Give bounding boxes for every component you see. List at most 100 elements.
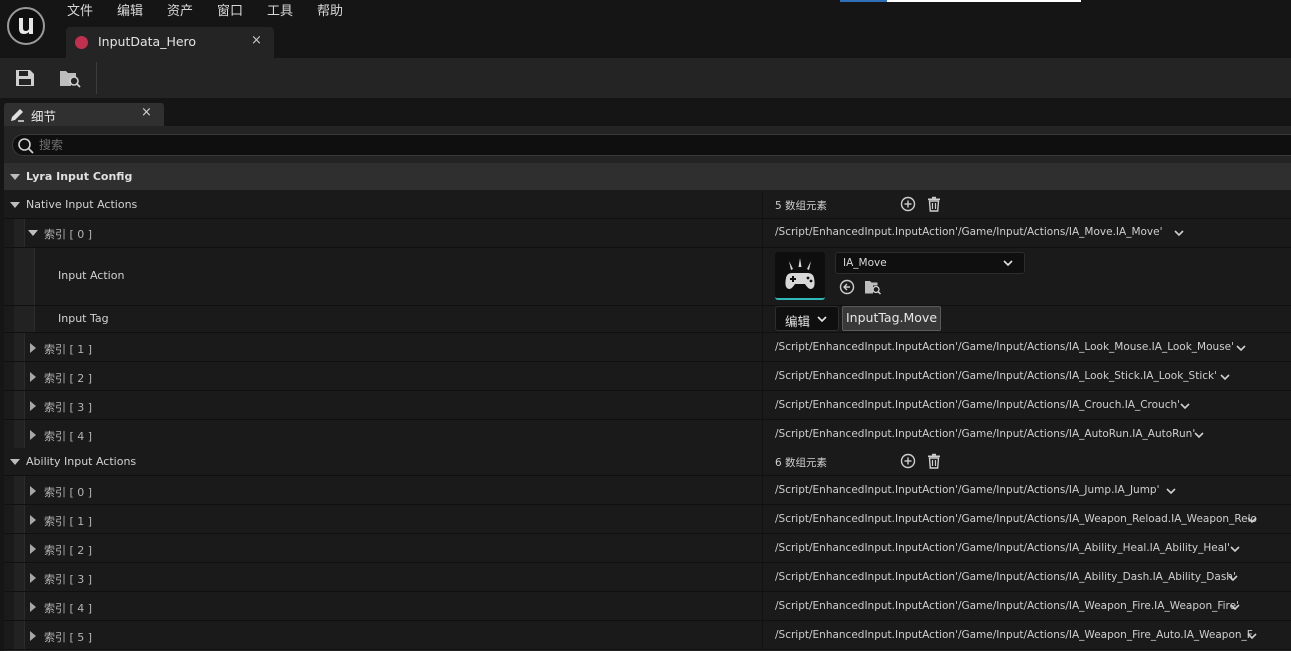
chevron-down-icon[interactable] xyxy=(1246,514,1258,529)
chevron-down-icon[interactable] xyxy=(10,174,20,180)
chevron-right-icon[interactable] xyxy=(30,514,36,525)
category-lyra-input-config[interactable]: Lyra Input Config xyxy=(4,163,1291,191)
indent-guide xyxy=(14,219,25,247)
ability-index-2-row[interactable]: 索引 [ 2 ] /Script/EnhancedInput.InputActio… xyxy=(4,534,1291,563)
menu-window[interactable]: 窗口 xyxy=(217,2,243,22)
toolbar-divider xyxy=(96,62,97,94)
chevron-down-icon[interactable] xyxy=(1229,543,1241,558)
search-input[interactable] xyxy=(39,136,1239,154)
menu-file[interactable]: 文件 xyxy=(67,2,93,22)
ability-index-0-row[interactable]: 索引 [ 0 ] /Script/EnhancedInput.InputActio… xyxy=(4,476,1291,505)
index-value-cell: /Script/EnhancedInput.InputAction'/Game/… xyxy=(762,391,1291,419)
browse-icon[interactable] xyxy=(864,279,882,298)
chevron-down-icon[interactable] xyxy=(1173,227,1185,242)
ability-index-1-row[interactable]: 索引 [ 1 ] /Script/EnhancedInput.InputActio… xyxy=(4,505,1291,534)
details-tab[interactable]: 细节 × xyxy=(4,103,164,126)
chevron-down-icon[interactable] xyxy=(1193,429,1205,444)
index-label: 索引 [ 4 ] xyxy=(44,429,93,443)
search-icon xyxy=(17,137,35,158)
index-value-cell: /Script/EnhancedInput.InputAction'/Game/… xyxy=(762,476,1291,504)
index-value-cell: /Script/EnhancedInput.InputAction'/Game/… xyxy=(762,534,1291,562)
array-count: 5 数组元素 xyxy=(775,200,828,212)
ability-index-3-row[interactable]: 索引 [ 3 ] /Script/EnhancedInput.InputActio… xyxy=(4,563,1291,592)
chevron-down-icon[interactable] xyxy=(1219,371,1231,386)
ability-input-actions-row[interactable]: Ability Input Actions 6 数组元素 xyxy=(4,448,1291,476)
chevron-down-icon[interactable] xyxy=(1229,601,1241,616)
native-index-3-row[interactable]: 索引 [ 3 ] /Script/EnhancedInput.InputActio… xyxy=(4,391,1291,420)
close-icon[interactable]: × xyxy=(141,105,152,120)
ability-index-5-row[interactable]: 索引 [ 5 ] /Script/EnhancedInput.InputActio… xyxy=(4,621,1291,650)
native-index-4-row[interactable]: 索引 [ 4 ] /Script/EnhancedInput.InputActio… xyxy=(4,420,1291,449)
input-tag-row: Input Tag 编辑 InputTag.Move xyxy=(4,306,1291,333)
menu-tools[interactable]: 工具 xyxy=(267,2,293,22)
trash-icon[interactable] xyxy=(926,196,942,215)
indent-guide xyxy=(14,362,25,390)
search-box[interactable] xyxy=(12,134,1291,156)
chevron-right-icon[interactable] xyxy=(30,630,36,641)
gameplay-tag-chip[interactable]: InputTag.Move xyxy=(842,306,942,331)
native-index-1-row[interactable]: 索引 [ 1 ] /Script/EnhancedInput.InputActio… xyxy=(4,333,1291,362)
chevron-down-icon[interactable] xyxy=(1235,342,1247,357)
data-asset-icon xyxy=(75,36,88,49)
asset-path-value: /Script/EnhancedInput.InputAction'/Game/… xyxy=(775,512,1257,525)
index-value-cell: /Script/EnhancedInput.InputAction'/Game/… xyxy=(762,505,1291,533)
array-count: 6 数组元素 xyxy=(775,457,828,469)
chevron-down-icon[interactable] xyxy=(1179,400,1191,415)
chevron-right-icon[interactable] xyxy=(30,485,36,496)
native-index-0-row[interactable]: 索引 [ 0 ] /Script/EnhancedInput.InputActi… xyxy=(4,219,1291,248)
asset-path-value: /Script/EnhancedInput.InputAction'/Game/… xyxy=(775,427,1196,440)
indent-guide xyxy=(14,534,25,562)
index-value-cell: /Script/EnhancedInput.InputAction'/Game/… xyxy=(762,420,1291,448)
chevron-down-icon xyxy=(1002,257,1014,272)
browse-icon[interactable] xyxy=(59,68,81,91)
chevron-right-icon[interactable] xyxy=(30,342,36,353)
menu-help[interactable]: 帮助 xyxy=(317,2,343,22)
menu-edit[interactable]: 编辑 xyxy=(117,2,143,22)
indent-guide xyxy=(14,592,25,620)
chevron-down-icon[interactable] xyxy=(28,230,38,236)
input-action-value-cell: IA_Move xyxy=(762,248,1291,305)
input-action-selected: IA_Move xyxy=(843,257,887,269)
asset-path-value: /Script/EnhancedInput.InputAction'/Game/… xyxy=(775,599,1239,612)
unreal-logo-icon[interactable] xyxy=(7,7,45,45)
save-icon[interactable] xyxy=(15,69,35,90)
chevron-right-icon[interactable] xyxy=(30,429,36,440)
edit-tag-button[interactable]: 编辑 xyxy=(775,306,839,331)
ability-index-4-row[interactable]: 索引 [ 4 ] /Script/EnhancedInput.InputActio… xyxy=(4,592,1291,621)
index-label: 索引 [ 1 ] xyxy=(44,342,93,356)
native-input-actions-row[interactable]: Native Input Actions 5 数组元素 xyxy=(4,191,1291,219)
chevron-down-icon[interactable] xyxy=(1165,485,1177,500)
chevron-right-icon[interactable] xyxy=(30,543,36,554)
edit-tag-label: 编辑 xyxy=(785,314,811,329)
close-icon[interactable]: × xyxy=(251,33,262,48)
back-arrow-icon[interactable] xyxy=(839,279,855,298)
indent-guide xyxy=(14,505,25,533)
indent-guide xyxy=(14,621,25,649)
index-value-cell: /Script/EnhancedInput.InputAction'/Game/… xyxy=(762,333,1291,361)
details-tab-label: 细节 xyxy=(31,109,57,124)
gamepad-icon[interactable] xyxy=(775,252,825,300)
document-tab[interactable]: InputData_Hero × xyxy=(66,27,274,58)
chevron-right-icon[interactable] xyxy=(30,371,36,382)
chevron-right-icon[interactable] xyxy=(30,572,36,583)
chevron-down-icon[interactable] xyxy=(1227,572,1239,587)
chevron-down-icon[interactable] xyxy=(10,459,20,465)
asset-path-value: /Script/EnhancedInput.InputAction'/Game/… xyxy=(775,628,1253,641)
input-action-combo[interactable]: IA_Move xyxy=(835,252,1025,274)
asset-path-value: /Script/EnhancedInput.InputAction'/Game/… xyxy=(775,226,1163,238)
chevron-down-icon[interactable] xyxy=(1246,630,1258,645)
chevron-right-icon[interactable] xyxy=(30,400,36,411)
chevron-right-icon[interactable] xyxy=(30,601,36,612)
asset-path-value: /Script/EnhancedInput.InputAction'/Game/… xyxy=(775,340,1235,353)
chevron-down-icon[interactable] xyxy=(10,202,20,208)
add-icon[interactable] xyxy=(900,196,916,215)
asset-path-value: /Script/EnhancedInput.InputAction'/Game/… xyxy=(775,369,1217,382)
index-label: 索引 [ 4 ] xyxy=(44,601,93,615)
trash-icon[interactable] xyxy=(926,453,942,472)
add-icon[interactable] xyxy=(900,453,916,472)
asset-path-value: /Script/EnhancedInput.InputAction'/Game/… xyxy=(775,398,1181,411)
indent-guide xyxy=(14,420,25,448)
native-index-2-row[interactable]: 索引 [ 2 ] /Script/EnhancedInput.InputActio… xyxy=(4,362,1291,391)
asset-path-value: /Script/EnhancedInput.InputAction'/Game/… xyxy=(775,570,1236,583)
menu-assets[interactable]: 资产 xyxy=(167,2,193,22)
